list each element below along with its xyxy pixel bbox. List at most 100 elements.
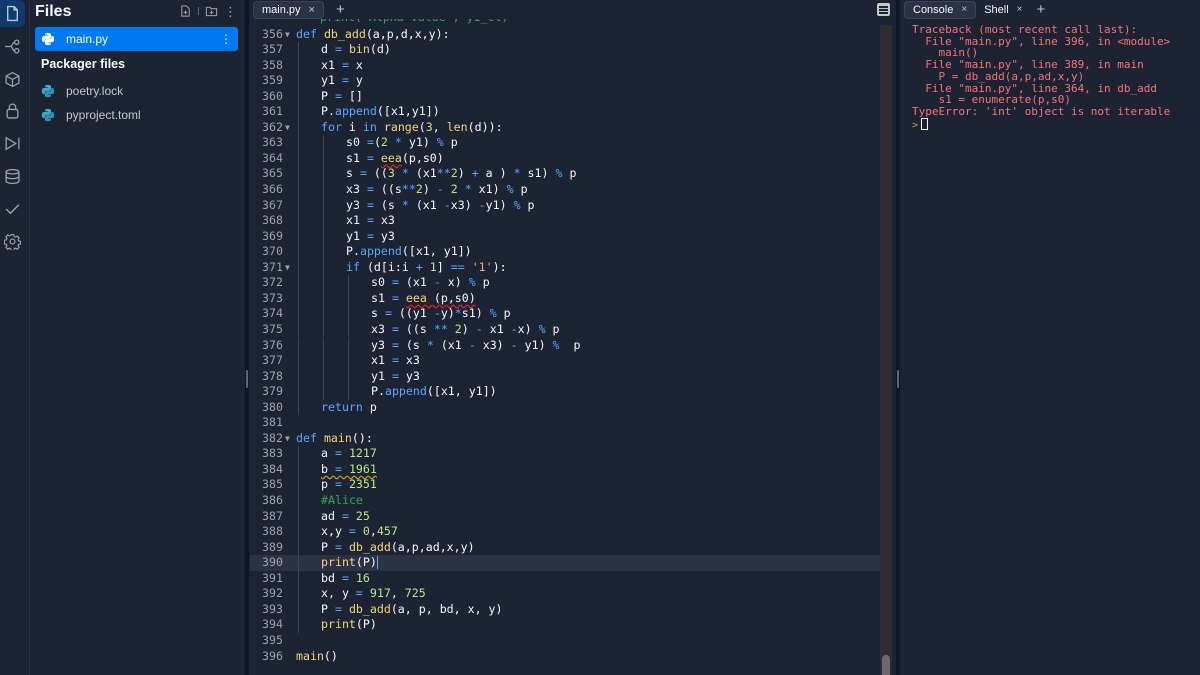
- code-line[interactable]: 367 y3 = (s * (x1 -x3) -y1) % p: [250, 197, 880, 214]
- file-item-main-py[interactable]: main.py ⋮: [35, 27, 238, 51]
- code-line[interactable]: 379 P.append([x1, y1]): [250, 384, 880, 400]
- python-file-icon: [41, 32, 55, 46]
- code-text: d = bin(d): [321, 42, 391, 57]
- code-line[interactable]: 371 ▼ if (d[i:i + 1] == '1'):: [250, 259, 880, 276]
- line-number: 387: [262, 508, 283, 523]
- activity-database-button[interactable]: [0, 163, 25, 190]
- activity-secrets-button[interactable]: [0, 97, 25, 124]
- tab-shell[interactable]: Shell ×: [976, 1, 1030, 19]
- line-number: 390: [262, 555, 283, 570]
- code-line[interactable]: 393 P = db_add(a, p, bd, x, y): [250, 601, 880, 618]
- console-tab-bar: Console × Shell × +: [902, 0, 1045, 19]
- code-line[interactable]: 390 print(P): [250, 555, 880, 571]
- code-line[interactable]: 380 return p: [250, 399, 880, 416]
- files-editor-resize-handle[interactable]: [245, 0, 249, 675]
- line-number: 393: [262, 601, 283, 616]
- code-line[interactable]: 377 x1 = x3: [250, 353, 880, 369]
- editor-console-resize-handle[interactable]: [896, 0, 900, 675]
- git-branch-icon: [5, 39, 20, 54]
- tab-main-py[interactable]: main.py ×: [253, 0, 324, 19]
- new-folder-icon[interactable]: [205, 4, 218, 18]
- code-line[interactable]: 365 s = ((3 * (x1**2) + a ) * s1) % p: [250, 166, 880, 182]
- code-line[interactable]: 383 a = 1217: [250, 446, 880, 462]
- layout-toggle-icon[interactable]: [877, 3, 890, 16]
- code-line[interactable]: 360 P = []: [250, 88, 880, 105]
- code-line[interactable]: 366 x3 = ((s**2) - 2 * x1) % p: [250, 182, 880, 198]
- debug-play-icon: [5, 136, 20, 151]
- code-line[interactable]: 394 print(P): [250, 617, 880, 633]
- activity-unit-tests-button[interactable]: [0, 195, 25, 222]
- code-line[interactable]: 382 ▼ def main():: [250, 431, 880, 447]
- line-number: 366: [262, 182, 283, 196]
- indent-guide: [298, 213, 299, 229]
- indent-guide: [323, 182, 324, 198]
- scrollbar-thumb[interactable]: [882, 655, 890, 675]
- fold-arrow-icon[interactable]: ▼: [285, 431, 290, 447]
- code-line[interactable]: 373 s1 = eea (p,s0): [250, 290, 880, 307]
- code-line[interactable]: 391 bd = 16: [250, 570, 880, 587]
- code-line[interactable]: 362 ▼ for i in range(3, len(d)):: [250, 119, 880, 136]
- add-tab-button[interactable]: +: [336, 2, 345, 17]
- code-line[interactable]: 392 x, y = 917, 725: [250, 586, 880, 602]
- add-console-tab-button[interactable]: +: [1037, 1, 1046, 18]
- code-area[interactable]: print("Alpha value", y1_cl) 356▼def db_a…: [250, 19, 880, 675]
- console-input-cursor[interactable]: [921, 117, 929, 130]
- code-line[interactable]: 370 P.append([x1, y1]): [250, 244, 880, 260]
- fold-arrow-icon[interactable]: ▼: [285, 27, 290, 43]
- code-line[interactable]: 372 s0 = (x1 - x) % p: [250, 275, 880, 291]
- line-number: 356: [262, 26, 283, 41]
- file-name: poetry.lock: [66, 84, 124, 98]
- code-line[interactable]: 381: [250, 415, 880, 431]
- activity-packages-button[interactable]: [0, 66, 25, 93]
- new-file-icon[interactable]: [179, 4, 192, 18]
- code-line[interactable]: 356 ▼ def db_add(a,p,d,x,y):: [250, 27, 880, 43]
- console-output[interactable]: Traceback (most recent call last): File …: [912, 24, 1170, 131]
- indent-guide: [298, 290, 299, 307]
- code-line[interactable]: 387 ad = 25: [250, 508, 880, 525]
- files-more-kebab-icon[interactable]: ⋮: [224, 5, 237, 18]
- code-line[interactable]: 385 p = 2351: [250, 477, 880, 493]
- indent-guide: [298, 555, 299, 571]
- code-line[interactable]: 363 s0 =(2 * y1) % p: [250, 135, 880, 151]
- code-text: P = db_add(a, p, bd, x, y): [321, 601, 503, 616]
- file-item-pyproject-toml[interactable]: pyproject.toml: [35, 103, 238, 127]
- code-line[interactable]: 376 y3 = (s * (x1 - x3) - y1) % p: [250, 337, 880, 354]
- tab-close-icon[interactable]: ×: [1017, 4, 1023, 15]
- code-line[interactable]: 361 P.append([x1,y1]): [250, 104, 880, 120]
- code-line[interactable]: 368 x1 = x3: [250, 213, 880, 229]
- line-number: 373: [262, 290, 283, 305]
- code-line[interactable]: 375 x3 = ((s ** 2) - x1 -x) % p: [250, 321, 880, 338]
- code-line[interactable]: 389 P = db_add(a,p,ad,x,y): [250, 539, 880, 556]
- code-line[interactable]: 396 main(): [250, 649, 880, 665]
- activity-files-button[interactable]: [0, 0, 25, 27]
- code-line[interactable]: 386 #Alice: [250, 493, 880, 509]
- code-line[interactable]: 388 x,y = 0,457: [250, 524, 880, 540]
- code-text: return p: [321, 399, 377, 414]
- code-text: b = 1961: [321, 461, 377, 476]
- code-line[interactable]: 358 x1 = x: [250, 57, 880, 74]
- console-input-line[interactable]: >: [912, 117, 1170, 132]
- activity-git-button[interactable]: [0, 33, 25, 60]
- fold-arrow-icon[interactable]: ▼: [285, 260, 290, 276]
- indent-guide: [298, 57, 299, 74]
- code-line[interactable]: 378 y1 = y3: [250, 368, 880, 385]
- code-line[interactable]: 369 y1 = y3: [250, 228, 880, 245]
- code-text: y1 = y: [321, 73, 363, 88]
- code-line[interactable]: 364 s1 = eea(p,s0): [250, 150, 880, 167]
- code-line[interactable]: 359 y1 = y: [250, 73, 880, 89]
- tab-console[interactable]: Console ×: [904, 0, 977, 19]
- tab-close-icon[interactable]: ×: [961, 4, 967, 15]
- activity-debugger-button[interactable]: [0, 130, 25, 157]
- code-line[interactable]: 395: [250, 633, 880, 649]
- file-item-poetry-lock[interactable]: poetry.lock: [35, 79, 238, 103]
- indent-guide: [348, 290, 349, 307]
- code-line[interactable]: 357 d = bin(d): [250, 42, 880, 58]
- file-options-kebab-icon[interactable]: ⋮: [220, 31, 232, 47]
- code-line[interactable]: 374 s = ((y1 -y)*s1) % p: [250, 306, 880, 322]
- editor-scrollbar[interactable]: [880, 25, 892, 675]
- fold-arrow-icon[interactable]: ▼: [285, 120, 290, 136]
- activity-settings-button[interactable]: [0, 228, 25, 255]
- tab-close-icon[interactable]: ×: [309, 4, 315, 16]
- code-line[interactable]: 384 b = 1961: [250, 461, 880, 478]
- resize-grip: [246, 370, 248, 388]
